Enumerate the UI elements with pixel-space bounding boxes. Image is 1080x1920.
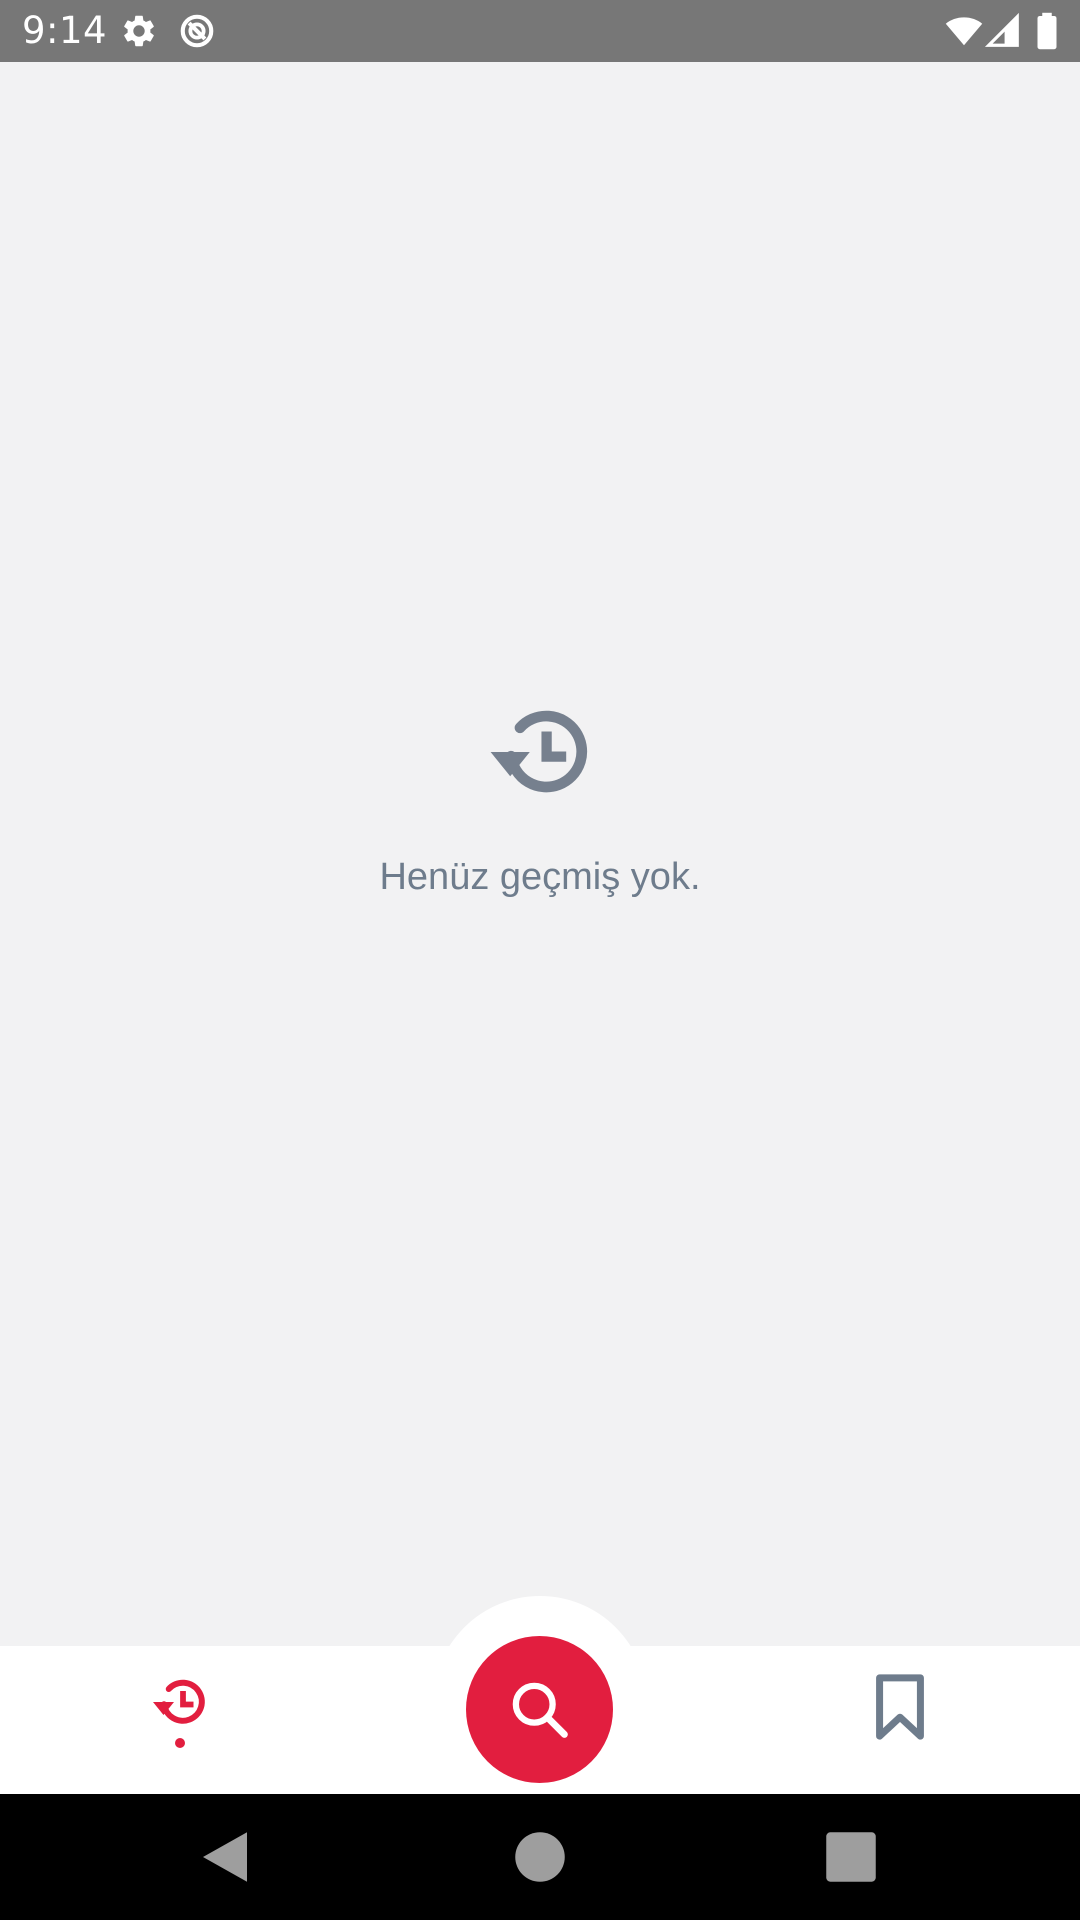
nav-item-history[interactable] [140, 1672, 220, 1762]
history-content [0, 62, 1080, 1646]
app-screen: 9:14 Henüz geçmiş yok. [0, 0, 1080, 1920]
cell-signal-icon [984, 12, 1022, 50]
battery-icon [1030, 12, 1064, 50]
active-indicator-dot [175, 1738, 185, 1748]
status-time: 9:14 [22, 9, 108, 52]
empty-history-message: Henüz geçmiş yok. [379, 856, 701, 898]
nav-item-bookmarks[interactable] [870, 1672, 930, 1742]
system-navigation-bar [0, 1794, 1080, 1920]
back-icon[interactable] [192, 1824, 258, 1890]
wifi-icon [944, 12, 984, 50]
search-icon [512, 1682, 568, 1738]
history-icon [150, 1672, 210, 1732]
gear-icon [120, 12, 158, 50]
search-button[interactable] [466, 1636, 613, 1783]
bookmark-icon [876, 1674, 924, 1740]
recents-icon[interactable] [818, 1824, 884, 1890]
history-icon [485, 696, 597, 808]
data-saver-icon [178, 12, 216, 50]
home-icon[interactable] [507, 1824, 573, 1890]
status-bar: 9:14 [0, 0, 1080, 62]
